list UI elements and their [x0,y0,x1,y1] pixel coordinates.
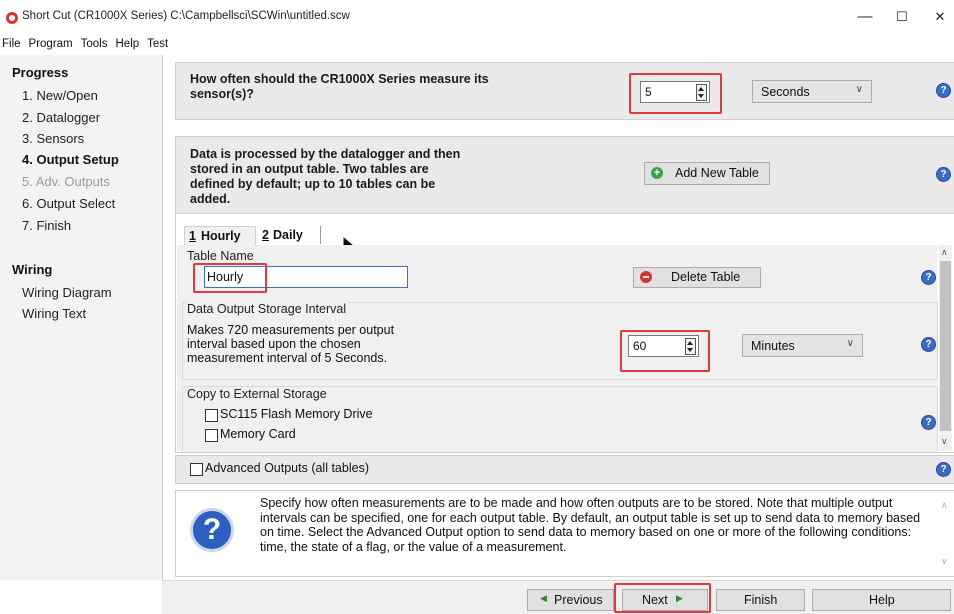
menu-test[interactable]: Test [143,38,172,50]
output-unit-value: Minutes [751,339,795,353]
measure-unit-value: Seconds [761,85,810,99]
output-unit-select[interactable]: Minutes ∨ [742,334,863,357]
table-tab-panel: 1 Hourly 2 Daily Table Name Hourly Delet… [175,213,954,453]
tab-hourly-number: 1 [189,229,196,243]
help-icon[interactable]: ? [921,337,936,352]
help-icon[interactable]: ? [936,462,951,477]
minimize-button[interactable]: — [845,6,885,28]
highlight-box [193,263,267,293]
sidebar-item-finish[interactable]: 7. Finish [22,218,71,233]
highlight-box [614,583,711,613]
storage-interval-group: Data Output Storage Interval Makes 720 m… [182,302,938,380]
menu-file[interactable]: File [0,38,25,50]
chevron-down-icon: ∨ [855,84,863,95]
arrow-left-icon: ◀ [540,593,547,603]
delete-table-button[interactable]: Delete Table [633,267,761,288]
scroll-up-icon[interactable]: ∧ [941,247,948,258]
sidebar-item-output-setup[interactable]: 4. Output Setup [22,152,119,167]
tab-hourly[interactable]: 1 Hourly [184,226,256,245]
tab-hourly-label: Hourly [201,229,241,243]
menu-help[interactable]: Help [112,38,144,50]
memory-card-checkbox[interactable] [205,429,218,442]
scroll-down-icon[interactable]: ∨ [941,556,948,567]
menu-program[interactable]: Program [25,38,77,50]
sc115-checkbox[interactable] [205,409,218,422]
memory-card-label: Memory Card [220,427,296,441]
scroll-thumb[interactable] [940,261,951,431]
tab-strip: 1 Hourly 2 Daily [184,226,326,245]
help-scrollbar[interactable]: ∧ ∨ [939,492,952,574]
progress-heading: Progress [12,65,69,80]
help-button[interactable]: Help [812,589,951,611]
scroll-down-icon[interactable]: ∨ [941,436,948,447]
sidebar-item-wiring-text[interactable]: Wiring Text [22,306,86,321]
tables-info-panel: Data is processed by the datalogger and … [175,136,954,214]
table-name-label: Table Name [187,249,254,263]
title-bar: Short Cut (CR1000X Series) C:\Campbellsc… [0,0,954,34]
highlight-box [629,73,722,114]
sidebar-item-adv-outputs: 5. Adv. Outputs [22,174,110,189]
sidebar-item-new-open[interactable]: 1. New/Open [22,88,98,103]
delete-table-label: Delete Table [671,270,741,284]
measure-panel: How often should the CR1000X Series meas… [175,62,954,120]
storage-interval-label: Data Output Storage Interval [187,302,349,316]
maximize-button[interactable]: ☐ [882,6,922,28]
tab-scrollbar[interactable]: ∧ ∨ [939,245,952,451]
scroll-up-icon[interactable]: ∧ [941,500,948,511]
advanced-outputs-panel: Advanced Outputs (all tables) ? [175,455,954,484]
tab-daily-number: 2 [262,228,269,242]
advanced-outputs-checkbox[interactable] [190,463,203,476]
finish-button[interactable]: Finish [716,589,805,611]
tab-content: Table Name Hourly Delete Table ? Data Ou… [177,245,938,452]
menu-bar: File Program Tools Help Test [0,34,954,54]
add-icon: + [651,167,663,179]
tables-info-text: Data is processed by the datalogger and … [190,147,461,206]
highlight-box [620,330,710,372]
delete-icon [640,271,652,283]
tab-daily[interactable]: 2 Daily [260,226,321,244]
help-text-panel: ? Specify how often measurements are to … [175,490,954,577]
close-button[interactable]: ✕ [920,6,954,28]
help-icon[interactable]: ? [936,167,951,182]
sidebar-item-output-select[interactable]: 6. Output Select [22,196,115,211]
help-icon[interactable]: ? [921,415,936,430]
progress-sidebar: Progress 1. New/Open 2. Datalogger 3. Se… [0,55,163,580]
advanced-outputs-label: Advanced Outputs (all tables) [205,461,369,475]
external-storage-label: Copy to External Storage [187,387,329,401]
window-title: Short Cut (CR1000X Series) C:\Campbellsc… [22,10,350,22]
help-description: Specify how often measurements are to be… [260,496,921,554]
tab-daily-label: Daily [273,228,303,242]
add-new-table-button[interactable]: + Add New Table [644,162,770,185]
question-icon: ? [190,508,234,552]
storage-interval-description: Makes 720 measurements per output interv… [187,323,395,365]
add-new-table-label: Add New Table [675,166,759,180]
help-label: Help [869,593,895,607]
previous-label: Previous [554,593,603,607]
wiring-heading: Wiring [12,262,53,277]
menu-tools[interactable]: Tools [77,38,112,50]
help-icon[interactable]: ? [936,83,951,98]
help-icon[interactable]: ? [921,270,936,285]
measure-unit-select[interactable]: Seconds ∨ [752,80,872,103]
chevron-down-icon: ∨ [846,338,854,349]
external-storage-group: Copy to External Storage SC115 Flash Mem… [182,386,938,452]
sidebar-item-sensors[interactable]: 3. Sensors [22,131,84,146]
previous-button[interactable]: ◀ Previous [527,589,614,611]
measure-question: How often should the CR1000X Series meas… [190,72,489,101]
finish-label: Finish [744,593,778,607]
app-icon [6,12,18,24]
sidebar-item-wiring-diagram[interactable]: Wiring Diagram [22,285,112,300]
sidebar-item-datalogger[interactable]: 2. Datalogger [22,110,100,125]
sc115-label: SC115 Flash Memory Drive [220,407,373,421]
